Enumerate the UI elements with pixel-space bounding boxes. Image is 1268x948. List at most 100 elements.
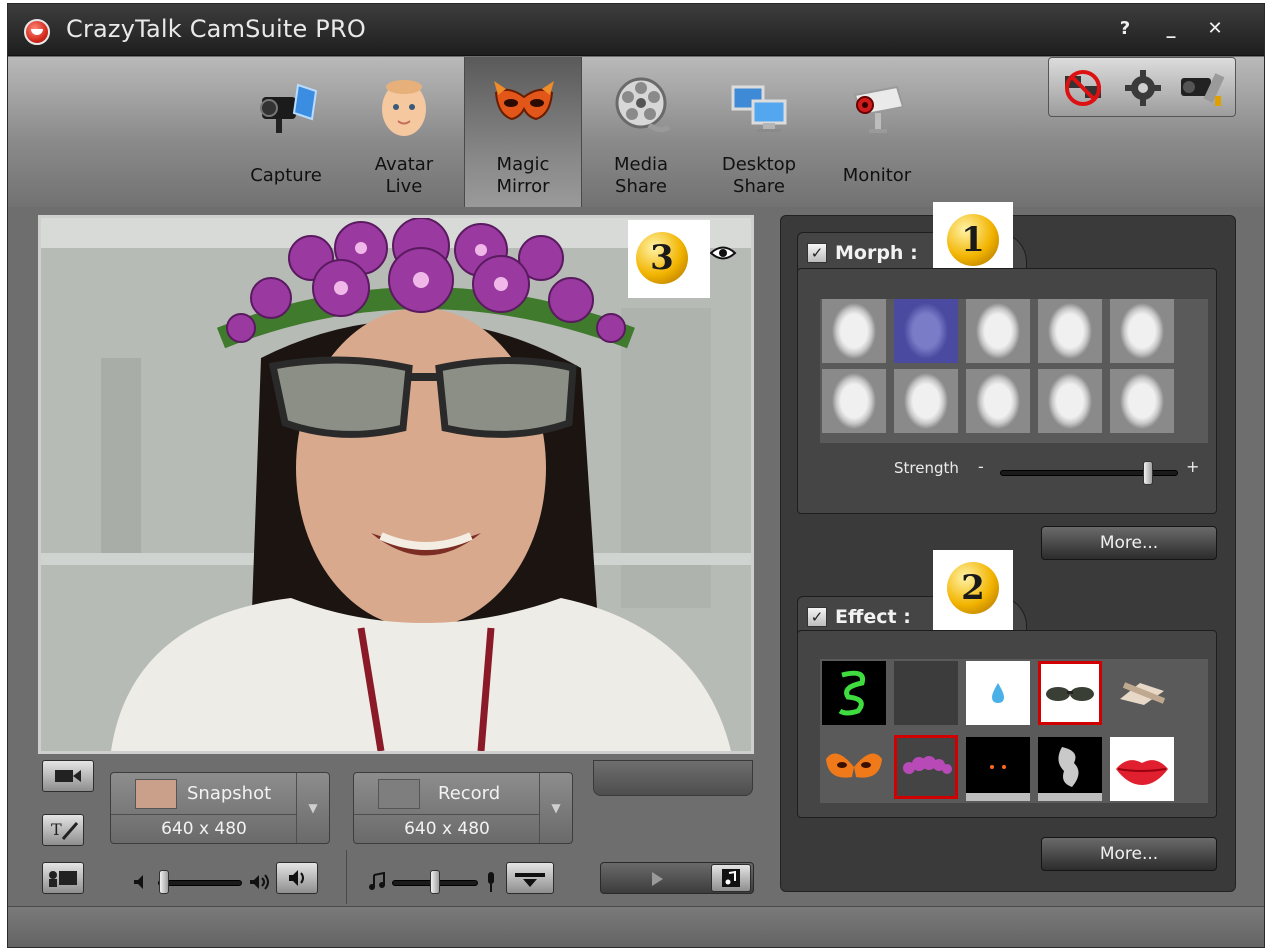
help-button[interactable]: ? bbox=[1112, 18, 1138, 39]
effect-thumbnail-ribbon[interactable] bbox=[1110, 661, 1174, 725]
callout-badge-3: 3 bbox=[636, 232, 688, 284]
tab-label: Monitor bbox=[842, 165, 912, 186]
play-icon[interactable] bbox=[649, 871, 665, 887]
video-camera-icon bbox=[55, 770, 81, 782]
snapshot-top: Snapshot bbox=[111, 773, 297, 815]
person-screen-icon bbox=[49, 871, 77, 887]
snapshot-button[interactable]: Snapshot 640 x 480 ▼ bbox=[110, 772, 330, 844]
strength-slider-knob[interactable] bbox=[1142, 461, 1153, 485]
callout-badge-2: 2 bbox=[947, 562, 999, 614]
flower-crown-icon bbox=[903, 756, 952, 774]
close-button[interactable]: ✕ bbox=[1202, 18, 1228, 39]
effect-thumbnail-water-drop[interactable] bbox=[966, 661, 1030, 725]
tab-magic-mirror[interactable]: Magic Mirror bbox=[464, 57, 582, 207]
mic-volume-knob[interactable] bbox=[430, 870, 440, 894]
tab-media-share[interactable]: Media Share bbox=[582, 57, 700, 207]
tab-avatar-live[interactable]: Avatar Live bbox=[345, 57, 463, 207]
snapshot-label: Snapshot bbox=[187, 783, 272, 804]
effect-checkbox[interactable]: ✓ bbox=[807, 607, 827, 627]
camera-icon bbox=[260, 83, 318, 133]
audio-settings-button[interactable] bbox=[506, 862, 554, 894]
morph-thumbnail[interactable] bbox=[966, 299, 1030, 363]
audio-mixer-icon bbox=[515, 873, 545, 887]
speaker-volume-track[interactable] bbox=[158, 880, 242, 886]
morph-thumbnail-selected[interactable] bbox=[894, 299, 958, 363]
morph-group: Strength - + bbox=[797, 268, 1217, 514]
effect-group bbox=[797, 630, 1217, 818]
speaker-volume-knob[interactable] bbox=[159, 870, 170, 894]
top-right-toolbar bbox=[1048, 57, 1236, 117]
settings-button[interactable] bbox=[1115, 64, 1171, 112]
sunglasses-icon bbox=[1046, 687, 1094, 701]
record-dropdown-arrow[interactable]: ▼ bbox=[539, 773, 572, 843]
title-bar[interactable]: CrazyTalk CamSuite PRO ? _ ✕ bbox=[8, 4, 1264, 56]
text-tool-button[interactable]: T bbox=[42, 814, 84, 846]
tab-capture[interactable]: Capture bbox=[227, 57, 345, 207]
camera-settings-button[interactable] bbox=[1175, 64, 1231, 112]
morph-more-button[interactable]: More... bbox=[1041, 526, 1217, 560]
security-camera-icon bbox=[853, 85, 905, 133]
text-brush-icon: T bbox=[51, 820, 79, 840]
music-button[interactable] bbox=[711, 864, 751, 892]
window-title: CrazyTalk CamSuite PRO bbox=[66, 15, 366, 43]
camera-settings-icon bbox=[1181, 73, 1225, 106]
effect-label: Effect : bbox=[835, 606, 911, 628]
tab-label: Desktop Share bbox=[721, 154, 797, 197]
record-button[interactable]: Record 640 x 480 ▼ bbox=[353, 772, 573, 844]
network-off-button[interactable] bbox=[1055, 64, 1111, 112]
eye-icon[interactable] bbox=[709, 244, 737, 262]
camera-source-button[interactable] bbox=[42, 760, 94, 792]
butterfly-mask-icon bbox=[826, 753, 882, 778]
morph-thumbnail[interactable] bbox=[822, 299, 886, 363]
morph-thumbnail[interactable] bbox=[1110, 299, 1174, 363]
speaker-mute-button[interactable] bbox=[276, 862, 318, 894]
morph-thumbnail[interactable] bbox=[1110, 369, 1174, 433]
effects-panel: ✓ Morph : 1 Strength - + More... ✓ Effec… bbox=[780, 202, 1236, 892]
network-off-icon bbox=[1065, 70, 1101, 106]
morph-thumbnails bbox=[820, 299, 1208, 443]
morph-thumbnail[interactable] bbox=[1038, 369, 1102, 433]
callout-badge-1: 1 bbox=[947, 214, 999, 266]
ribbon-icon bbox=[1120, 682, 1166, 705]
effect-thumbnail-sunglasses-selected[interactable] bbox=[1038, 661, 1102, 725]
effect-thumbnail-smoke[interactable] bbox=[1038, 737, 1102, 801]
tab-desktop-share[interactable]: Desktop Share bbox=[700, 57, 818, 207]
effect-thumbnail-lips[interactable] bbox=[1110, 737, 1174, 801]
lips-icon bbox=[1116, 760, 1168, 785]
callout-badge-2-background: 2 bbox=[933, 550, 1013, 630]
effect-more-button[interactable]: More... bbox=[1041, 837, 1217, 871]
preview-tab-strip bbox=[593, 760, 753, 796]
effect-thumbnail-glowing-eyes[interactable] bbox=[966, 737, 1030, 801]
record-top: Record bbox=[354, 773, 540, 815]
effect-thumbnail-flower-crown-selected[interactable] bbox=[894, 735, 958, 799]
morph-thumbnail[interactable] bbox=[1038, 299, 1102, 363]
music-note-icon bbox=[369, 872, 385, 890]
strength-minus: - bbox=[978, 457, 984, 476]
minimize-button[interactable]: _ bbox=[1158, 18, 1184, 39]
strength-label: Strength bbox=[894, 459, 959, 477]
effect-thumbnail-butterfly-mask[interactable] bbox=[822, 737, 886, 801]
snapshot-dropdown-arrow[interactable]: ▼ bbox=[296, 773, 329, 843]
strength-plus: + bbox=[1186, 457, 1200, 476]
effect-thumbnail-green-swirl[interactable] bbox=[822, 661, 886, 725]
morph-thumbnail[interactable] bbox=[966, 369, 1030, 433]
effect-thumbnails bbox=[820, 659, 1208, 803]
gear-icon bbox=[1125, 70, 1161, 106]
background-button[interactable] bbox=[42, 862, 84, 894]
morph-thumbnail[interactable] bbox=[894, 369, 958, 433]
water-drop-icon bbox=[992, 683, 1004, 703]
morph-thumbnail[interactable] bbox=[822, 369, 886, 433]
microphone-icon bbox=[488, 872, 494, 892]
snapshot-thumbnail bbox=[135, 779, 177, 809]
speaker-high-icon bbox=[250, 874, 269, 890]
effect-thumbnail-dark-texture[interactable] bbox=[894, 661, 958, 725]
speaker-low-icon bbox=[134, 875, 143, 889]
app-window: CrazyTalk CamSuite PRO ? _ ✕ Capture Ava… bbox=[7, 3, 1265, 948]
snapshot-resolution: 640 x 480 bbox=[161, 819, 247, 839]
record-thumbnail bbox=[378, 779, 420, 809]
tab-label: Avatar Live bbox=[374, 154, 434, 197]
tab-label: Media Share bbox=[613, 154, 669, 197]
morph-checkbox[interactable]: ✓ bbox=[807, 243, 827, 263]
callout-badge-3-background: 3 bbox=[628, 220, 710, 298]
tab-monitor[interactable]: Monitor bbox=[818, 57, 936, 207]
